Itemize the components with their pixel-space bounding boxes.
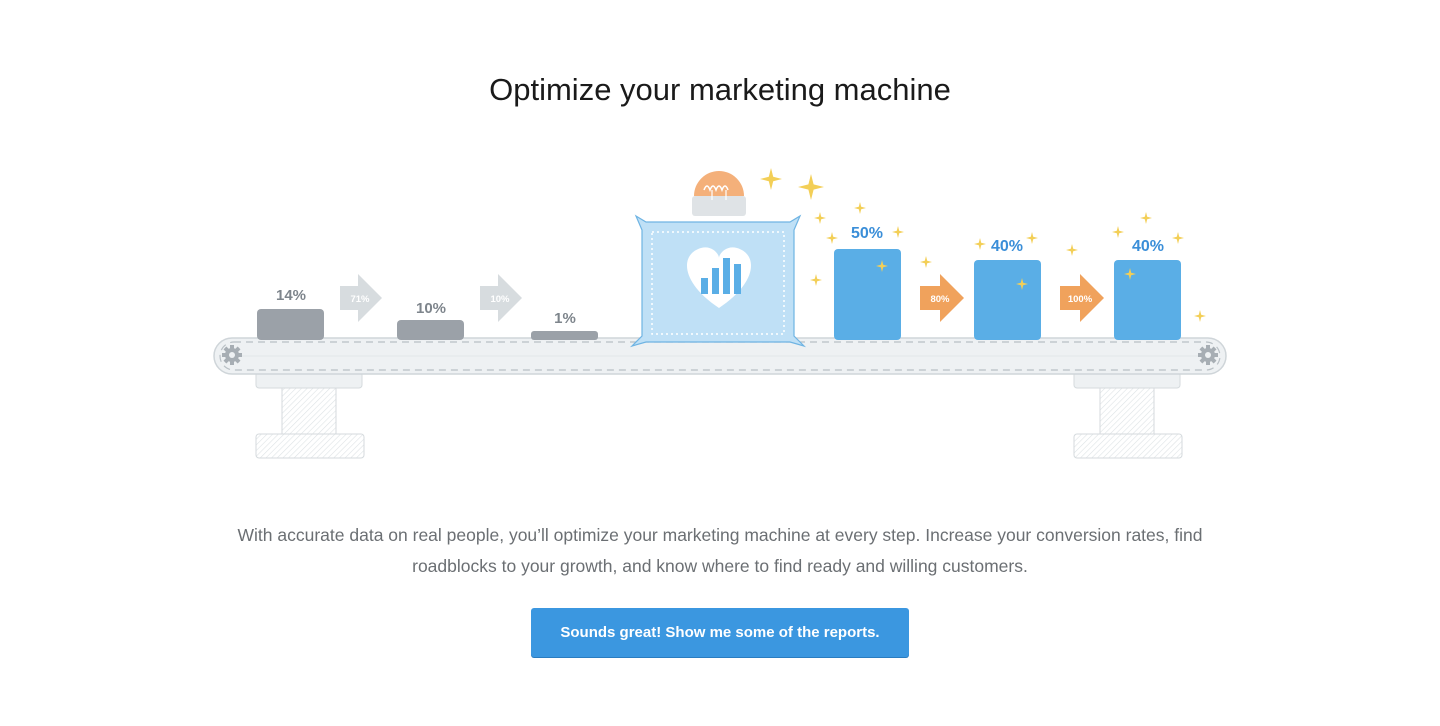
before-arrow-label: 10% — [490, 294, 510, 305]
before-block-2: 10% — [397, 300, 464, 340]
before-block-1: 14% — [257, 287, 324, 340]
before-arrow-label: 71% — [350, 294, 370, 305]
description-text: With accurate data on real people, you’l… — [237, 525, 1203, 576]
before-arrow-2: 10% — [480, 274, 522, 322]
gear-icon — [222, 345, 242, 365]
after-block-label: 40% — [991, 238, 1023, 255]
support-leg-left — [255, 371, 365, 459]
after-arrow-2: 100% — [1060, 274, 1104, 322]
conveyor-belt — [213, 337, 1227, 375]
after-arrow-label: 80% — [930, 294, 950, 305]
after-block-2: 40% — [974, 238, 1041, 340]
after-block-1: 50% — [834, 225, 901, 340]
show-reports-button[interactable]: Sounds great! Show me some of the report… — [531, 608, 909, 657]
after-arrow-label: 100% — [1068, 294, 1093, 305]
after-arrow-1: 80% — [920, 274, 964, 322]
after-block-label: 40% — [1132, 238, 1164, 255]
page-title: Optimize your marketing machine — [489, 72, 951, 107]
before-block-label: 14% — [276, 287, 306, 304]
gear-icon — [1198, 345, 1218, 365]
before-arrow-1: 71% — [340, 274, 382, 322]
marketing-machine-illustration: 14% 71% 10% 10% 1% 50% 80% 40% 100% 40% — [200, 150, 1240, 470]
before-block-3: 1% — [531, 310, 598, 340]
analytics-machine — [629, 171, 807, 348]
after-block-3: 40% — [1114, 238, 1181, 340]
before-block-label: 10% — [416, 300, 446, 317]
after-block-label: 50% — [851, 225, 883, 242]
lightbulb-icon — [694, 171, 744, 200]
before-block-label: 1% — [554, 310, 576, 327]
support-leg-right — [1073, 371, 1183, 459]
